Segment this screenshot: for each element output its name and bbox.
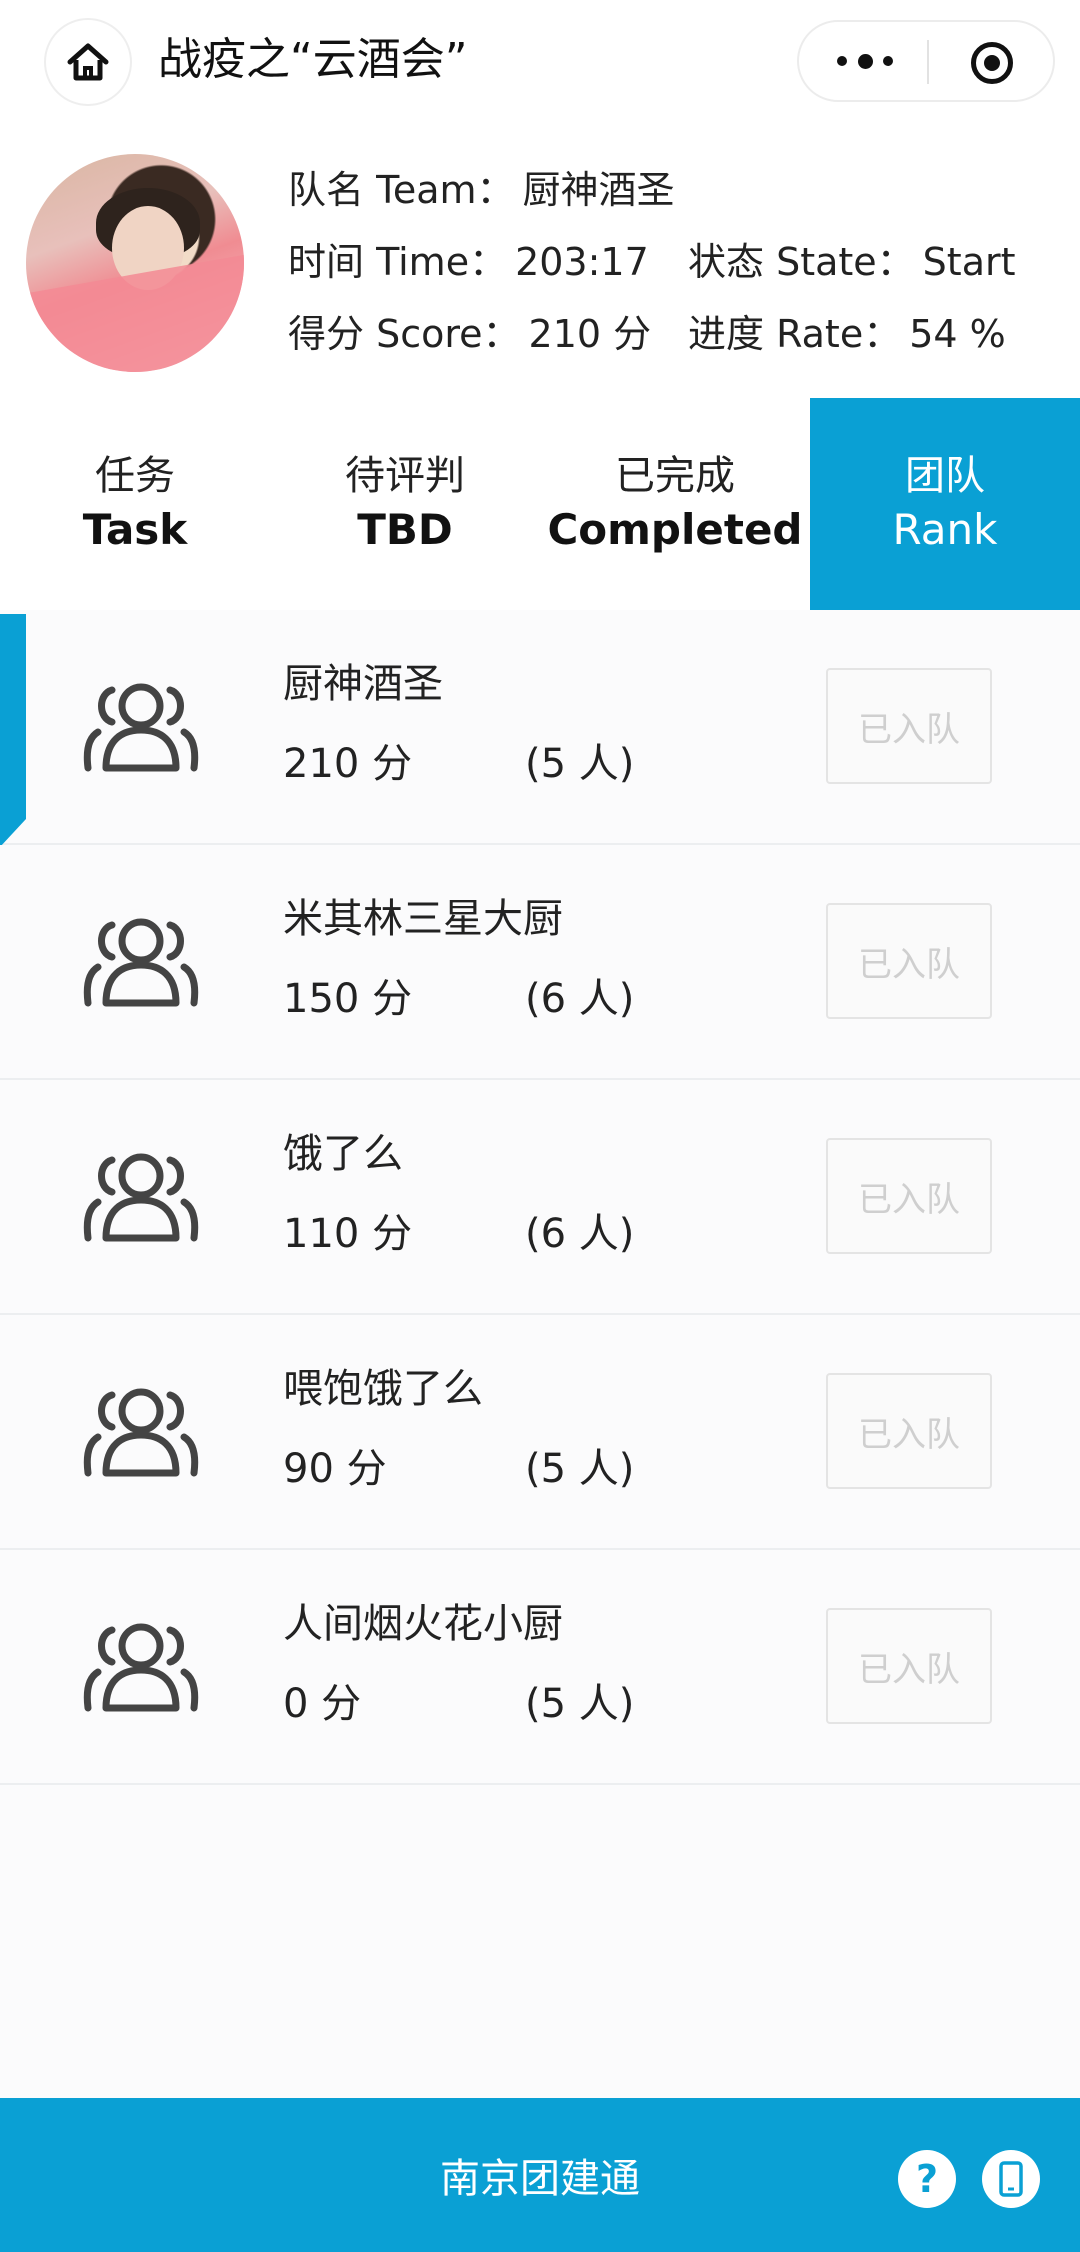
- tab-tbd-en: TBD: [357, 505, 453, 554]
- rate-value: 54 %: [909, 312, 1006, 356]
- phone-glyph: [999, 2161, 1023, 2197]
- team-members: (5 人): [525, 741, 635, 787]
- tab-rank[interactable]: 团队 Rank: [810, 398, 1080, 610]
- joined-button[interactable]: 已入队: [826, 1608, 992, 1724]
- joined-button[interactable]: 已入队: [826, 903, 992, 1019]
- team-row[interactable]: 饿了么 110 分 (6 人) 已入队: [0, 1080, 1080, 1315]
- tab-rank-cn: 团队: [905, 453, 985, 499]
- tab-completed-cn: 已完成: [615, 453, 735, 499]
- team-score: 110 分: [283, 1211, 413, 1257]
- score-label: 得分 Score：: [288, 312, 521, 356]
- team-score: 210 分: [283, 741, 413, 787]
- time-value: 203:17: [515, 240, 649, 284]
- tab-rank-en: Rank: [892, 505, 998, 554]
- capsule-divider: [927, 40, 929, 84]
- joined-button[interactable]: 已入队: [826, 668, 992, 784]
- team-members: (6 人): [525, 1211, 635, 1257]
- team-value: 厨神酒圣: [522, 168, 675, 212]
- team-score: 150 分: [283, 976, 413, 1022]
- close-ring-icon[interactable]: [971, 42, 1013, 84]
- group-icon: [83, 683, 199, 772]
- team-profile: 队名 Team： 厨神酒圣 时间 Time： 203:17 状态 State： Sta…: [0, 122, 1080, 400]
- tab-task-cn: 任务: [95, 453, 175, 499]
- team-name: 喂饱饿了么: [283, 1366, 483, 1412]
- miniprogram-capsule: [797, 20, 1055, 102]
- score-info: 得分 Score： 210 分: [288, 310, 651, 358]
- footer-bar: 南京团建通 ?: [0, 2098, 1080, 2252]
- avatar: [26, 154, 244, 372]
- team-name: 厨神酒圣: [283, 661, 443, 707]
- tab-completed-en: Completed: [547, 505, 803, 554]
- current-team-marker: [0, 614, 26, 847]
- team-row[interactable]: 厨神酒圣 210 分 (5 人) 已入队: [0, 610, 1080, 847]
- team-label: 队名 Team：: [288, 168, 515, 212]
- home-button[interactable]: [44, 18, 132, 106]
- page-title: 战疫之“云酒会”: [158, 34, 468, 85]
- team-row[interactable]: 人间烟火花小厨 0 分 (5 人) 已入队: [0, 1550, 1080, 1785]
- rate-label: 进度 Rate：: [688, 312, 902, 356]
- time-label: 时间 Time：: [288, 240, 508, 284]
- tab-tbd-cn: 待评判: [345, 453, 465, 499]
- group-icon: [83, 1388, 199, 1477]
- home-icon: [67, 43, 109, 81]
- top-bar: 战疫之“云酒会”: [0, 0, 1080, 122]
- team-name: 米其林三星大厨: [283, 896, 563, 942]
- tab-completed[interactable]: 已完成 Completed: [540, 398, 810, 610]
- phone-icon[interactable]: [982, 2150, 1040, 2208]
- team-members: (6 人): [525, 976, 635, 1022]
- tab-task-en: Task: [82, 505, 188, 554]
- team-name: 饿了么: [283, 1131, 403, 1177]
- state-value: Start: [922, 240, 1016, 284]
- more-dots-icon[interactable]: [837, 46, 893, 76]
- team-info: 队名 Team： 厨神酒圣: [288, 166, 675, 214]
- team-list: 厨神酒圣 210 分 (5 人) 已入队 米其林三星大厨 150 分 (6 人)…: [0, 610, 1080, 1785]
- team-score: 90 分: [283, 1446, 387, 1492]
- state-label: 状态 State：: [688, 240, 915, 284]
- tab-tbd[interactable]: 待评判 TBD: [270, 398, 540, 610]
- state-info: 状态 State： Start: [688, 238, 1016, 286]
- tab-bar: 任务 Task 待评判 TBD 已完成 Completed 团队 Rank: [0, 398, 1080, 612]
- help-icon[interactable]: ?: [898, 2150, 956, 2208]
- tab-task[interactable]: 任务 Task: [0, 398, 270, 610]
- joined-button[interactable]: 已入队: [826, 1138, 992, 1254]
- score-value: 210 分: [528, 312, 652, 356]
- team-row[interactable]: 米其林三星大厨 150 分 (6 人) 已入队: [0, 845, 1080, 1080]
- rate-info: 进度 Rate： 54 %: [688, 310, 1006, 358]
- team-members: (5 人): [525, 1446, 635, 1492]
- team-score: 0 分: [283, 1681, 362, 1727]
- group-icon: [83, 918, 199, 1007]
- team-members: (5 人): [525, 1681, 635, 1727]
- time-info: 时间 Time： 203:17: [288, 238, 649, 286]
- team-name: 人间烟火花小厨: [283, 1601, 563, 1647]
- team-row[interactable]: 喂饱饿了么 90 分 (5 人) 已入队: [0, 1315, 1080, 1550]
- joined-button[interactable]: 已入队: [826, 1373, 992, 1489]
- group-icon: [83, 1623, 199, 1712]
- group-icon: [83, 1153, 199, 1242]
